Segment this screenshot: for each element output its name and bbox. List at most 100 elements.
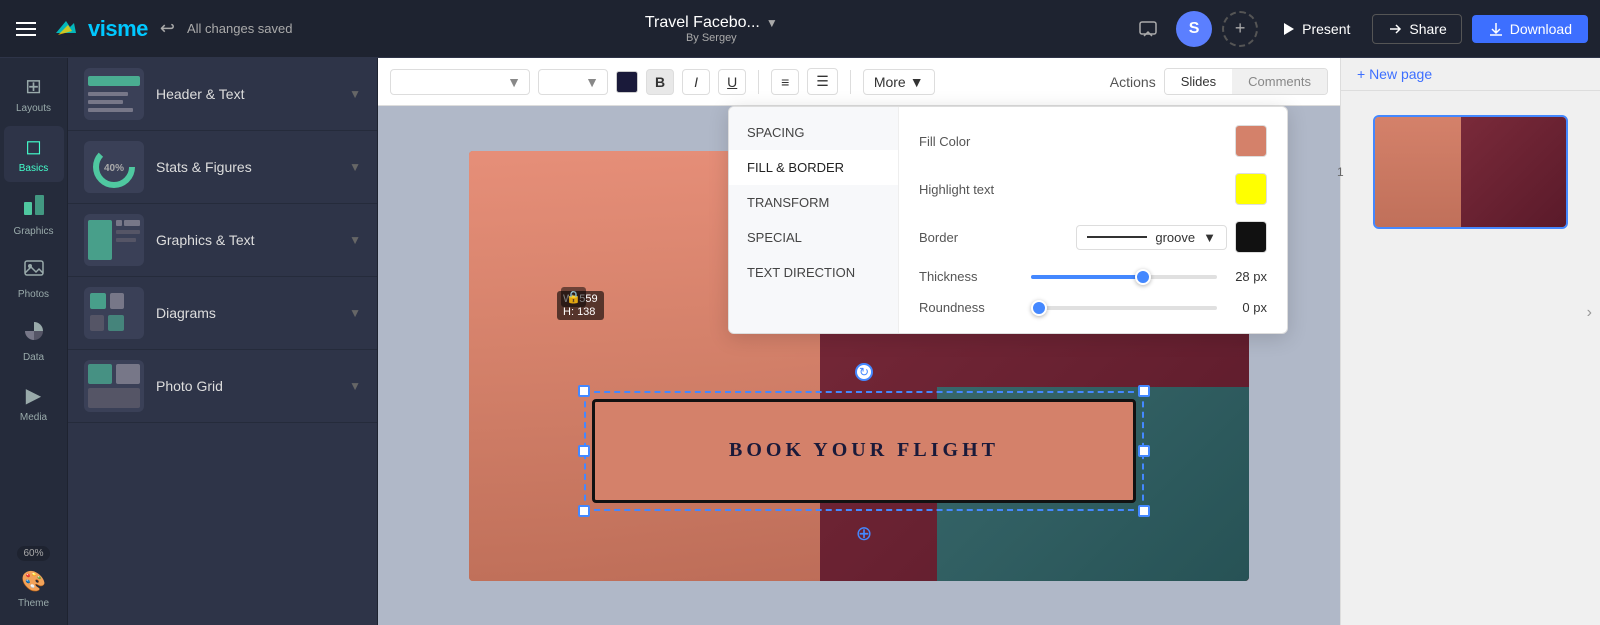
download-button[interactable]: Download — [1472, 15, 1588, 43]
sidebar-item-data[interactable]: Data — [4, 312, 64, 371]
fill-color-value — [1235, 125, 1267, 157]
sidebar-item-media[interactable]: ▶ Media — [4, 375, 64, 431]
font-color-swatch[interactable] — [616, 71, 638, 93]
panel-thumb-graphics-text — [84, 214, 144, 266]
handle-mid-left[interactable] — [578, 445, 590, 457]
topbar-center: Travel Facebo... ▼ By Sergey — [303, 14, 1121, 44]
roundness-slider-row: 0 px — [1031, 300, 1267, 315]
collapse-arrow[interactable]: › — [1587, 304, 1592, 322]
panel-item-graphics-text-label: Graphics & Text — [156, 232, 255, 248]
tab-comments[interactable]: Comments — [1232, 69, 1327, 94]
actions-label: Actions — [1110, 74, 1156, 90]
selected-element[interactable]: ↻ BOOK YOUR FLIGHT ⊕ — [584, 391, 1144, 511]
panel-item-header-text-label: Header & Text — [156, 86, 244, 102]
sidebar-item-graphics[interactable]: Graphics — [4, 186, 64, 245]
sidebar-item-basics-label: Basics — [19, 163, 48, 174]
roundness-px-value: 0 px — [1227, 300, 1267, 315]
font-selector[interactable]: Amaranth ▼ — [390, 69, 530, 95]
list-button[interactable]: ☰ — [807, 68, 838, 95]
topbar-left: visme ↩ All changes saved — [12, 11, 293, 47]
font-size-selector[interactable]: 25 ▼ — [538, 69, 608, 95]
sidebar-item-layouts[interactable]: ⊞ Layouts — [4, 66, 64, 122]
left-sidebar: ⊞ Layouts ◻ Basics Graphics — [0, 58, 68, 625]
thickness-slider-row: 28 px — [1031, 269, 1267, 284]
sidebar-item-media-label: Media — [20, 412, 47, 423]
align-button[interactable]: ≡ — [771, 69, 799, 95]
handle-bottom-right[interactable] — [1138, 505, 1150, 517]
slide-thumbnail[interactable]: BOOK YOUR FLIGHT — [1373, 115, 1568, 229]
rotate-handle[interactable]: ↻ — [855, 363, 873, 381]
present-button[interactable]: Present — [1268, 15, 1362, 43]
panel-item-header-text[interactable]: Header & Text ▼ — [68, 58, 377, 131]
thickness-label: Thickness — [919, 269, 1019, 284]
sidebar-item-basics[interactable]: ◻ Basics — [4, 126, 64, 182]
handle-top-left[interactable] — [578, 385, 590, 397]
undo-icon[interactable]: ↩ — [156, 14, 179, 43]
thickness-thumb[interactable] — [1135, 269, 1151, 285]
roundness-row: Roundness 0 px — [919, 300, 1267, 315]
thickness-slider[interactable] — [1031, 275, 1217, 279]
height-indicator: H: 138 — [563, 306, 598, 318]
roundness-value-group: 0 px — [1031, 300, 1267, 315]
menu-fill-border[interactable]: FILL & BORDER — [729, 150, 898, 185]
border-line-preview — [1087, 236, 1147, 238]
panel-item-diagrams[interactable]: Diagrams ▼ — [68, 277, 377, 350]
underline-button[interactable]: U — [718, 69, 746, 95]
border-style-chevron: ▼ — [1203, 230, 1216, 245]
panel-item-photo-grid[interactable]: Photo Grid ▼ — [68, 350, 377, 423]
fill-color-swatch[interactable] — [1235, 125, 1267, 157]
handle-mid-right[interactable] — [1138, 445, 1150, 457]
media-icon: ▶ — [26, 383, 41, 408]
slide-number: 1 — [1337, 165, 1344, 179]
italic-button[interactable]: I — [682, 69, 710, 95]
roundness-slider[interactable] — [1031, 306, 1217, 310]
menu-text-direction[interactable]: TEXT DIRECTION — [729, 255, 898, 290]
dropdown-menu: SPACING FILL & BORDER TRANSFORM SPECIAL … — [729, 107, 899, 333]
panel-thumb-photo-grid — [84, 360, 144, 412]
project-title[interactable]: Travel Facebo... ▼ — [645, 14, 778, 32]
slide-thumbnail-container: 1 BOOK YOUR FLIGHT — [1357, 103, 1584, 241]
lock-icon[interactable]: 🔒 — [561, 287, 586, 307]
add-collaborator-icon[interactable]: + — [1222, 11, 1258, 47]
panel-item-diagrams-label: Diagrams — [156, 305, 216, 321]
data-icon — [23, 320, 45, 348]
sidebar-item-photos[interactable]: Photos — [4, 249, 64, 308]
button-element[interactable]: BOOK YOUR FLIGHT — [592, 399, 1136, 503]
handle-bottom-left[interactable] — [578, 505, 590, 517]
topbar-right: S + Present Share Download — [1130, 11, 1588, 47]
border-row: Border groove ▼ — [919, 221, 1267, 253]
bold-button[interactable]: B — [646, 69, 674, 95]
border-style-selector[interactable]: groove ▼ — [1076, 225, 1227, 250]
sidebar-item-layouts-label: Layouts — [16, 103, 51, 114]
panel-item-stats[interactable]: 40% Stats & Figures ▼ — [68, 131, 377, 204]
menu-spacing[interactable]: SPACING — [729, 115, 898, 150]
border-color-swatch[interactable] — [1235, 221, 1267, 253]
sidebar-item-theme-label: Theme — [18, 598, 49, 609]
menu-icon[interactable] — [12, 18, 40, 40]
panel-item-graphics-text[interactable]: Graphics & Text ▼ — [68, 204, 377, 277]
font-size-chevron-icon: ▼ — [585, 74, 599, 90]
project-author: By Sergey — [686, 32, 737, 44]
tab-slides[interactable]: Slides — [1165, 69, 1232, 94]
more-button[interactable]: More ▼ — [863, 69, 935, 95]
highlight-text-row: Highlight text — [919, 173, 1267, 205]
roundness-label: Roundness — [919, 300, 1019, 315]
menu-special[interactable]: SPECIAL — [729, 220, 898, 255]
move-icon[interactable]: ⊕ — [856, 521, 873, 546]
border-label: Border — [919, 230, 1019, 245]
menu-transform[interactable]: TRANSFORM — [729, 185, 898, 220]
handle-top-right[interactable] — [1138, 385, 1150, 397]
comments-icon[interactable] — [1130, 11, 1166, 47]
visme-logo-text: visme — [88, 16, 148, 42]
thickness-fill — [1031, 275, 1143, 279]
panel-expand-arrow-stats: ▼ — [349, 160, 361, 174]
new-page-button[interactable]: + New page — [1341, 58, 1600, 91]
sidebar-item-theme[interactable]: 60% 🎨 Theme — [4, 538, 64, 617]
avatar[interactable]: S — [1176, 11, 1212, 47]
highlight-color-swatch[interactable] — [1235, 173, 1267, 205]
canvas-area: Amaranth ▼ 25 ▼ B I U ≡ ☰ More ▼ Actions… — [378, 58, 1340, 625]
roundness-thumb[interactable] — [1031, 300, 1047, 316]
logo: visme — [48, 11, 148, 47]
share-button[interactable]: Share — [1372, 14, 1461, 44]
slide-thumb-inner: BOOK YOUR FLIGHT — [1375, 117, 1566, 227]
